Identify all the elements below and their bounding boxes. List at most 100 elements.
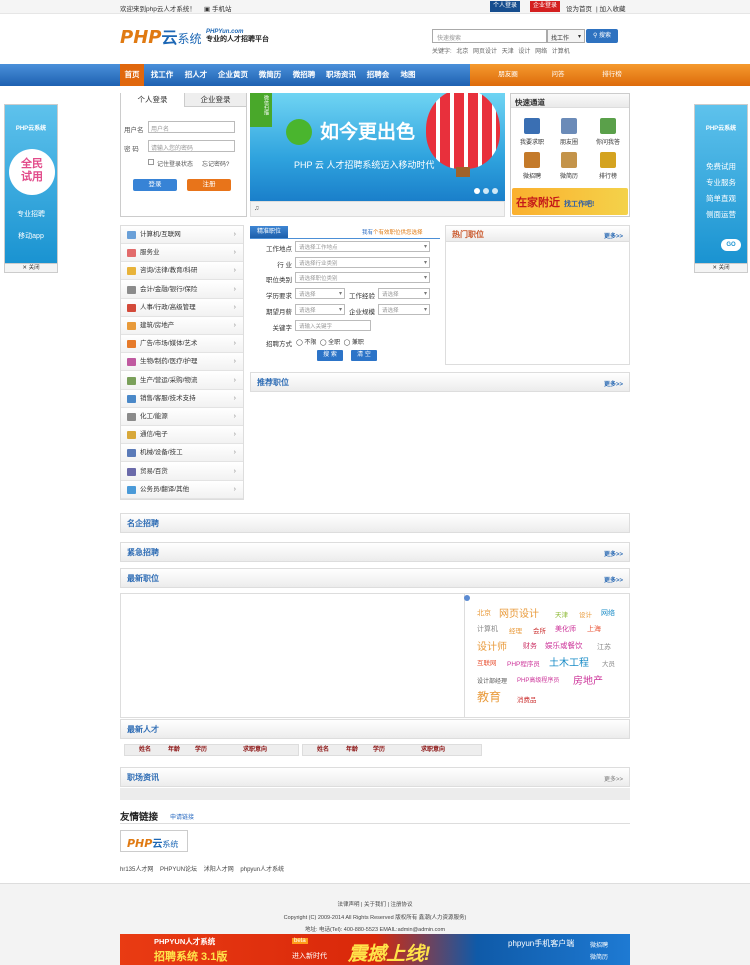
quick-item[interactable]: 朋友圈 [551, 118, 587, 146]
company-login-button[interactable]: 企业登录 [530, 1, 560, 12]
tag-cloud-keyword[interactable]: 上海 [587, 624, 601, 634]
scale-select[interactable]: 请选择 ▾ [378, 304, 430, 315]
hot-keyword[interactable]: 计算机 [552, 49, 570, 55]
mobile-site-link[interactable]: ▣ 手机站 [204, 3, 231, 13]
hot-keyword[interactable]: 天津 [502, 49, 514, 55]
tab-precise-jobs[interactable]: 精准职位 [250, 226, 288, 238]
salary-select[interactable]: 请选择 ▾ [295, 304, 345, 315]
right-float-ad[interactable]: PHP云系统 免费试用 专业服务 简单直观 侧面运营 GO [694, 104, 748, 264]
search-input[interactable]: 快速搜索 [432, 29, 547, 43]
nav-career-news[interactable]: 职场资讯 [322, 64, 360, 86]
keyword-input[interactable]: 请输入关键字 [295, 320, 371, 331]
nav-home[interactable]: 首页 [120, 64, 144, 86]
carousel-dot[interactable] [483, 188, 489, 194]
tab-personal-login[interactable]: 个人登录 [121, 93, 184, 107]
carousel-dot[interactable] [474, 188, 480, 194]
category-item[interactable]: 计算机/互联网 › [121, 226, 243, 244]
set-homepage-link[interactable]: 设为首页 [566, 6, 592, 13]
category-item[interactable]: 广告/市场/媒体/艺术 › [121, 335, 243, 354]
carousel-dot[interactable] [492, 188, 498, 194]
category-item[interactable]: 销售/客服/技术支持 › [121, 389, 243, 408]
tab-company-login[interactable]: 企业登录 [184, 93, 246, 107]
quick-ad-banner[interactable]: 在家附近 找工作吧! [512, 188, 628, 215]
job-count-link[interactable]: 我有个有效职位供您选择 [362, 228, 423, 236]
radio-fulltime[interactable]: ◯ 全职 [320, 340, 340, 346]
nav-qa[interactable]: 问答 [538, 64, 578, 86]
category-select[interactable]: 请选择职位类别 ▾ [295, 272, 430, 283]
nav-friends[interactable]: 朋友圈 [488, 64, 528, 86]
tag-cloud-keyword[interactable]: 网络 [601, 608, 615, 618]
category-item[interactable]: 生产/营运/采购/物流 › [121, 371, 243, 390]
quick-item[interactable]: 微简历 [551, 152, 587, 180]
search-type-select[interactable]: 找工作 ▾ [547, 29, 585, 43]
latest-jobs-more-link[interactable]: 更多>> [604, 575, 623, 584]
quick-item[interactable]: 微招聘 [514, 152, 550, 180]
nav-ranking[interactable]: 排行榜 [592, 64, 632, 86]
register-button[interactable]: 注册 [187, 179, 231, 191]
apply-link[interactable]: 申请链接 [170, 812, 194, 821]
hot-keyword[interactable]: 北京 [456, 49, 468, 55]
username-input[interactable]: 用户名 [148, 121, 235, 133]
right-ad-go-button[interactable]: GO [721, 239, 741, 251]
friend-link-logo[interactable]: PHP云系统 [120, 830, 188, 852]
friend-link[interactable]: 沭阳人才网 [204, 867, 234, 873]
tag-cloud-keyword[interactable]: PHP高级程序员 [517, 675, 559, 684]
quick-item[interactable]: 我要求职 [514, 118, 550, 146]
tag-cloud-keyword[interactable]: 计算机 [477, 624, 498, 634]
password-input[interactable]: 请输入您的密码 [148, 140, 235, 152]
recommend-more-link[interactable]: 更多>> [604, 379, 623, 388]
site-logo[interactable]: PHP云系统 [120, 24, 201, 48]
tag-cloud-keyword[interactable]: 设计 [579, 609, 592, 619]
tag-cloud-keyword[interactable]: 互联网 [477, 657, 497, 667]
nav-company-pages[interactable]: 企业黄页 [214, 64, 252, 86]
education-select[interactable]: 请选择 ▾ [295, 288, 345, 299]
tag-cloud-keyword[interactable]: 天津 [555, 609, 568, 619]
personal-login-button[interactable]: 个人登录 [490, 1, 520, 12]
clear-button[interactable]: 清 空 [351, 350, 377, 361]
category-item[interactable]: 人事/行政/高级管理 › [121, 298, 243, 317]
news-more-link[interactable]: 更多>> [604, 774, 623, 783]
hot-jobs-more-link[interactable]: 更多>> [604, 231, 623, 240]
tag-cloud-keyword[interactable]: 设计部经理 [477, 676, 507, 685]
category-item[interactable]: 服务业 › [121, 244, 243, 263]
friend-link[interactable]: phpyun人才系统 [240, 867, 284, 873]
category-item[interactable]: 咨询/法律/教育/科研 › [121, 262, 243, 281]
experience-select[interactable]: 请选择 ▾ [378, 288, 430, 299]
bottom-ad-banner[interactable]: PHPYUN人才系统 招聘系统 3.1版 beta 进入新时代 震撼上线! ph… [120, 934, 630, 965]
category-item[interactable]: 机械/设备/技工 › [121, 444, 243, 463]
tag-cloud-keyword[interactable]: PHP程序员 [507, 658, 540, 668]
right-ad-close-button[interactable]: ✕ 关闭 [694, 263, 748, 273]
nav-find-job[interactable]: 找工作 [146, 64, 178, 86]
category-item[interactable]: 生物/制药/医疗/护理 › [121, 353, 243, 372]
hot-keyword[interactable]: 网页设计 [473, 49, 497, 55]
legal-link[interactable]: 法律声明 [337, 902, 359, 908]
nav-micro-resume[interactable]: 微简历 [254, 64, 286, 86]
tag-cloud-keyword[interactable]: 网页设计 [499, 605, 539, 620]
tag-cloud-keyword[interactable]: 江苏 [597, 642, 611, 652]
urgent-more-link[interactable]: 更多>> [604, 549, 623, 558]
tag-cloud-keyword[interactable]: 消费品 [517, 694, 537, 704]
left-ad-close-button[interactable]: ✕ 关闭 [4, 263, 58, 273]
tag-cloud-keyword[interactable]: 娱乐或餐饮 [545, 640, 583, 651]
category-item[interactable]: 贸易/百货 › [121, 462, 243, 481]
friend-link[interactable]: hr135人才网 [120, 867, 153, 873]
search-button[interactable]: ⚲ 搜索 [586, 29, 618, 43]
radio-any[interactable]: ◯ 不限 [296, 340, 316, 346]
nav-micro-recruit[interactable]: 微招聘 [288, 64, 320, 86]
category-item[interactable]: 会计/金融/银行/保险 › [121, 280, 243, 299]
quick-item[interactable]: 你问我答 [590, 118, 626, 146]
tag-cloud-keyword[interactable]: 会所 [533, 625, 546, 635]
quick-item[interactable]: 排行榜 [590, 152, 626, 180]
terms-link[interactable]: 注册协议 [391, 902, 413, 908]
category-item[interactable]: 建筑/房地产 › [121, 317, 243, 335]
friend-link[interactable]: PHPYUN论坛 [160, 867, 197, 873]
about-link[interactable]: 关于我们 [364, 902, 386, 908]
category-item[interactable]: 公务员/翻译/其他 › [121, 480, 243, 499]
tag-cloud-keyword[interactable]: 教育 [477, 688, 501, 705]
speaker-icon[interactable]: ♫ [254, 205, 259, 212]
add-favorite-link[interactable]: 加入收藏 [600, 6, 626, 13]
tag-cloud-keyword[interactable]: 设计师 [477, 638, 507, 653]
login-button[interactable]: 登录 [133, 179, 177, 191]
tag-cloud-keyword[interactable]: 财务 [523, 641, 537, 651]
hot-keyword[interactable]: 网络 [535, 49, 547, 55]
